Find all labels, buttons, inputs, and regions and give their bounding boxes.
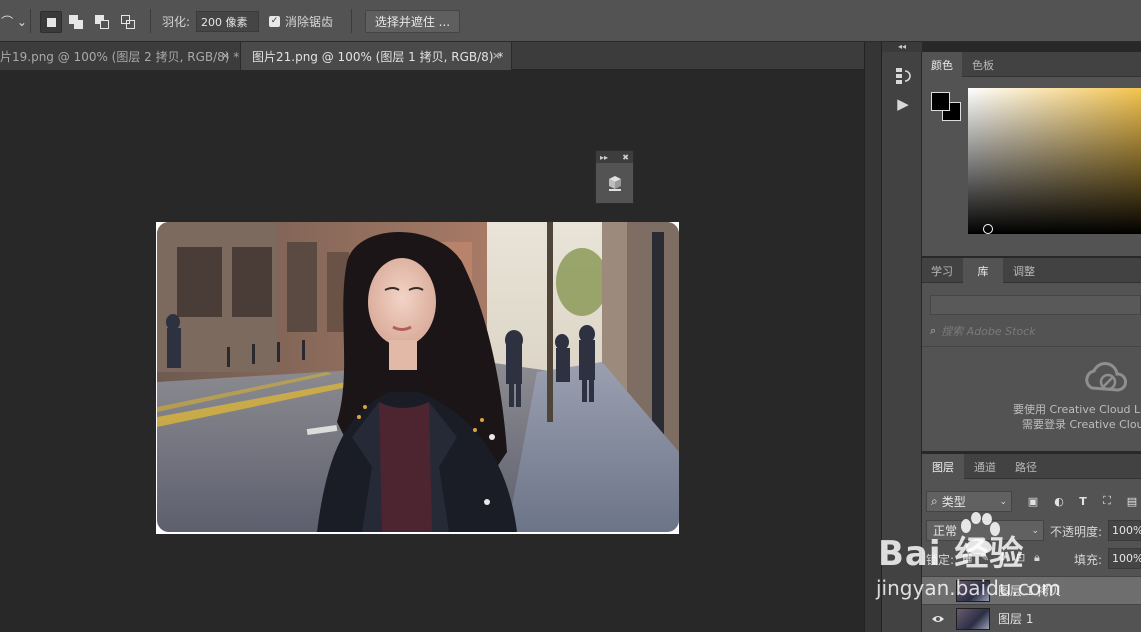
antialias-label: 消除锯齿: [285, 14, 334, 29]
new-selection-icon: [47, 18, 56, 27]
foreground-color-swatch[interactable]: [931, 92, 950, 111]
document-tab-inactive[interactable]: 片19.png @ 100% (图层 2 拷贝, RGB/8) * ×: [0, 42, 241, 70]
color-panel: 颜色 色板: [922, 52, 1141, 256]
search-placeholder: 搜索 Adobe Stock: [941, 325, 1036, 338]
panel-dock-strip: ◂◂ ▶: [881, 42, 922, 632]
options-bar: ⌒ ⌄ 羽化: 200 像素 ✓ 消除锯齿 选择并遮住 ...: [0, 0, 1141, 42]
history-icon[interactable]: [892, 66, 914, 86]
divider: [922, 346, 1141, 347]
divider: [30, 9, 31, 33]
new-selection-button[interactable]: [40, 11, 62, 33]
feather-label: 羽化:: [162, 14, 191, 29]
collapse-panel-icon[interactable]: ▸▸: [600, 153, 608, 162]
tab-color[interactable]: 颜色: [922, 52, 962, 77]
feather-input[interactable]: 200 像素: [196, 11, 259, 32]
filter-type-icon[interactable]: T: [1076, 494, 1090, 508]
filter-shape-icon[interactable]: ⛶: [1100, 494, 1114, 508]
tab-layers[interactable]: 图层: [922, 454, 964, 479]
actions-play-icon[interactable]: ▶: [892, 94, 914, 114]
color-picker-field[interactable]: [968, 88, 1141, 234]
tab-adjustments[interactable]: 调整: [1004, 258, 1044, 283]
close-tab-icon[interactable]: ×: [492, 49, 501, 62]
lock-position-icon[interactable]: ✥: [998, 551, 1007, 564]
layer-kind-filter[interactable]: ⌕ 类型 ⌄: [926, 491, 1012, 512]
library-dropdown[interactable]: [930, 295, 1141, 315]
collapse-dock-icon[interactable]: ◂◂: [882, 42, 922, 52]
layer-name[interactable]: 图层 1: [998, 610, 1033, 627]
blend-mode-select[interactable]: 正常 ⌄: [926, 520, 1044, 541]
chevron-down-icon: ⌄: [1031, 525, 1039, 536]
eye-visibility-icon[interactable]: [930, 612, 946, 626]
photo-woman-street: [157, 222, 679, 532]
filter-smart-object-icon[interactable]: ▤: [1125, 494, 1139, 508]
search-icon: ⌕: [930, 324, 937, 337]
libraries-panel-tabs: 学习 库 调整: [922, 258, 1141, 283]
canvas-vertical-scrollbar[interactable]: [864, 42, 881, 632]
fill-input[interactable]: 100%: [1108, 548, 1141, 569]
divider: [351, 9, 352, 33]
cloud-disconnected-icon: [1082, 358, 1132, 398]
chevron-down-icon: ⌄: [999, 496, 1007, 507]
libraries-panel: 学习 库 调整 ⌕ 搜索 Adobe Stock 要使用 Creative Cl…: [922, 258, 1141, 451]
intersect-selection-button[interactable]: [118, 11, 140, 33]
layer-row[interactable]: 图层 1 拷贝: [922, 576, 1141, 604]
tab-title: 片19.png @ 100% (图层 2 拷贝, RGB/8) *: [0, 49, 240, 64]
lock-all-icon[interactable]: 🔒︎: [1034, 551, 1040, 565]
lasso-tool-preset-picker[interactable]: ⌒ ⌄: [0, 0, 28, 42]
tab-channels[interactable]: 通道: [965, 454, 1005, 479]
opacity-input[interactable]: 100%: [1108, 520, 1141, 541]
add-to-selection-button[interactable]: [66, 11, 88, 33]
lock-label: 锁定:: [926, 553, 955, 567]
photoshop-window: ⌒ ⌄ 羽化: 200 像素 ✓ 消除锯齿 选择并遮住 ... 片19.png …: [0, 0, 1141, 632]
layers-panel: 图层 通道 路径 ⌕ 类型 ⌄ ▣ ◐ T ⛶ ▤ 正常 ⌄ 不透明度: 100…: [922, 454, 1141, 632]
layer-name[interactable]: 图层 1 拷贝: [998, 582, 1061, 599]
layer-thumbnail: [956, 579, 990, 602]
search-icon: ⌕: [931, 494, 938, 508]
lock-image-icon[interactable]: ✎: [980, 551, 989, 564]
layer-thumbnail: [956, 607, 990, 630]
right-panels: 颜色 色板 学习 库 调整 ⌕ 搜索 Adobe Stock 要使用 Creat…: [922, 42, 1141, 632]
checkbox-check-icon: ✓: [269, 15, 280, 27]
color-panel-tabs: 颜色 色板: [922, 52, 1141, 77]
canvas-area[interactable]: ▸▸ ✖: [0, 70, 864, 632]
document-tab-active[interactable]: 图片21.png @ 100% (图层 1 拷贝, RGB/8) * ×: [241, 42, 512, 70]
layer-row[interactable]: 图层 1: [922, 604, 1141, 632]
fill-label: 填充:: [1074, 553, 1103, 567]
library-signin-message: 要使用 Creative Cloud Li: [1013, 403, 1141, 416]
tab-paths[interactable]: 路径: [1006, 454, 1046, 479]
lock-transparent-icon[interactable]: ▦: [962, 551, 972, 564]
subtract-from-selection-button[interactable]: [92, 11, 114, 33]
document-canvas[interactable]: [156, 222, 679, 534]
stock-search-input[interactable]: ⌕ 搜索 Adobe Stock: [930, 322, 1141, 340]
antialias-checkbox[interactable]: ✓ 消除锯齿: [269, 0, 333, 42]
opacity-label: 不透明度:: [1050, 525, 1103, 539]
layers-panel-tabs: 图层 通道 路径: [922, 454, 1141, 479]
blend-mode-value: 正常: [933, 524, 958, 538]
color-picker-cursor[interactable]: [983, 224, 993, 234]
tab-title: 图片21.png @ 100% (图层 1 拷贝, RGB/8) *: [252, 49, 504, 64]
floating-3d-panel[interactable]: ▸▸ ✖: [595, 150, 634, 204]
tab-learn[interactable]: 学习: [922, 258, 962, 283]
select-and-mask-button[interactable]: 选择并遮住 ...: [365, 10, 460, 33]
floating-panel-header: ▸▸ ✖: [596, 151, 633, 163]
tab-libraries[interactable]: 库: [963, 258, 1003, 283]
filter-adjustment-icon[interactable]: ◐: [1052, 494, 1066, 508]
filter-pixel-icon[interactable]: ▣: [1026, 494, 1040, 508]
tab-swatches[interactable]: 色板: [963, 52, 1003, 77]
divider: [150, 9, 151, 33]
kind-filter-value: 类型: [941, 495, 966, 509]
close-tab-icon[interactable]: ×: [221, 49, 230, 62]
lock-artboard-icon[interactable]: ⊡: [1016, 551, 1025, 564]
library-signin-message-2: 需要登录 Creative Clou: [1022, 418, 1141, 431]
document-tab-strip: 片19.png @ 100% (图层 2 拷贝, RGB/8) * × 图片21…: [0, 42, 864, 70]
3d-cube-icon[interactable]: [596, 163, 633, 203]
close-panel-icon[interactable]: ✖: [622, 153, 629, 162]
